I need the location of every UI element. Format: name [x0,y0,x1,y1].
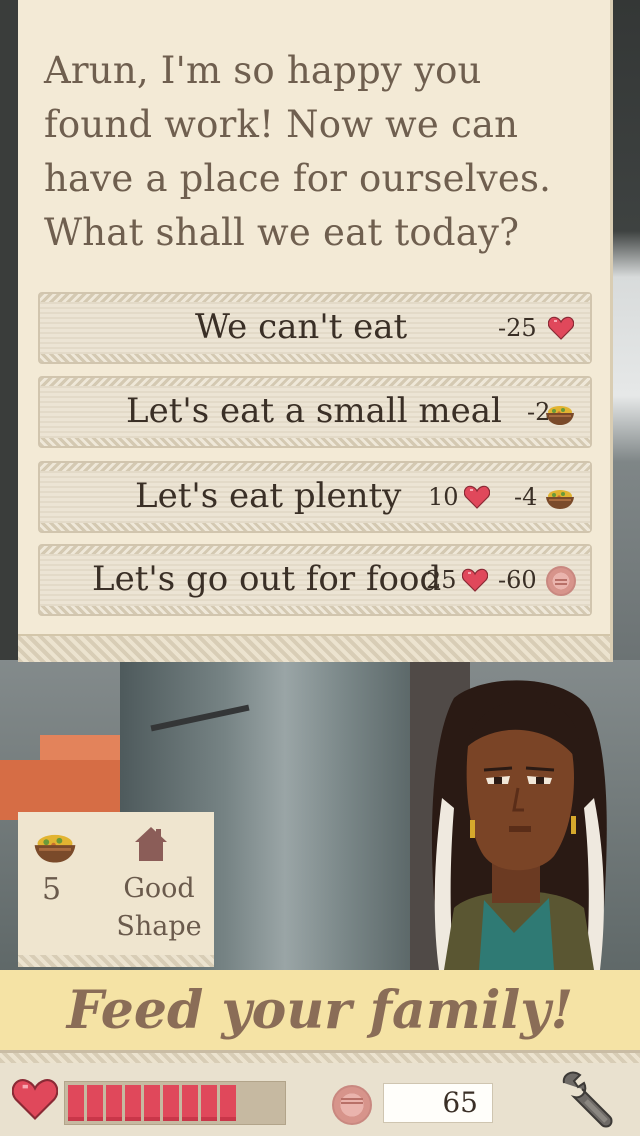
health-segment [87,1085,103,1121]
house-icon [135,827,167,861]
scene-wall-right [610,0,640,660]
choice-cost-value: -25 [498,314,537,342]
health-bar-fill [65,1082,239,1124]
objective-text: Feed your family! [66,980,574,1041]
choice-label: Let's go out for food [92,559,442,599]
wrench-settings-icon[interactable] [556,1071,616,1131]
choice-small-meal[interactable]: Let's eat a small meal -2 [38,376,592,448]
health-segment [68,1085,84,1121]
food-count: 5 [42,872,62,907]
choice-gain-value: 10 [428,483,459,511]
health-segment [144,1085,160,1121]
choice-go-out-for-food[interactable]: Let's go out for food 25 -60 [38,544,592,616]
dialog-message: Arun, I'm so happy you found work! Now w… [44,49,552,254]
heart-icon [464,485,490,509]
health-segment [163,1085,179,1121]
coin-icon [546,566,576,596]
choice-we-cant-eat[interactable]: We can't eat -25 [38,292,592,364]
food-bowl-icon [546,490,574,509]
food-bowl-icon [546,406,574,425]
money-coin-icon [332,1085,372,1125]
health-segment [125,1085,141,1121]
choice-label: Let's eat plenty [135,476,402,516]
health-segment [106,1085,122,1121]
food-bowl-icon [34,834,76,863]
heart-icon [548,316,574,340]
health-segment [182,1085,198,1121]
wife-character-portrait [431,680,607,970]
choice-label: We can't eat [195,307,408,347]
health-segment [201,1085,217,1121]
status-panel: 5 Good Shape [18,812,214,967]
choice-eat-plenty[interactable]: Let's eat plenty 10 -4 [38,461,592,533]
health-bar [64,1081,286,1125]
choice-cost-value: -4 [514,483,538,511]
health-heart-icon [12,1079,58,1120]
bottom-hud: 65 [0,1050,640,1136]
choice-cost-value: -60 [498,566,537,594]
scene-orange-cloth [0,760,130,820]
choice-label: Let's eat a small meal [126,391,502,431]
house-condition: Good Shape [116,873,202,942]
scene-wall-left [0,0,20,660]
choice-gain-value: 25 [426,566,457,594]
health-segment [220,1085,236,1121]
heart-icon [462,568,488,592]
money-amount: 65 [383,1083,493,1123]
dialog-panel: Arun, I'm so happy you found work! Now w… [18,0,613,662]
objective-banner: Feed your family! [0,970,640,1052]
